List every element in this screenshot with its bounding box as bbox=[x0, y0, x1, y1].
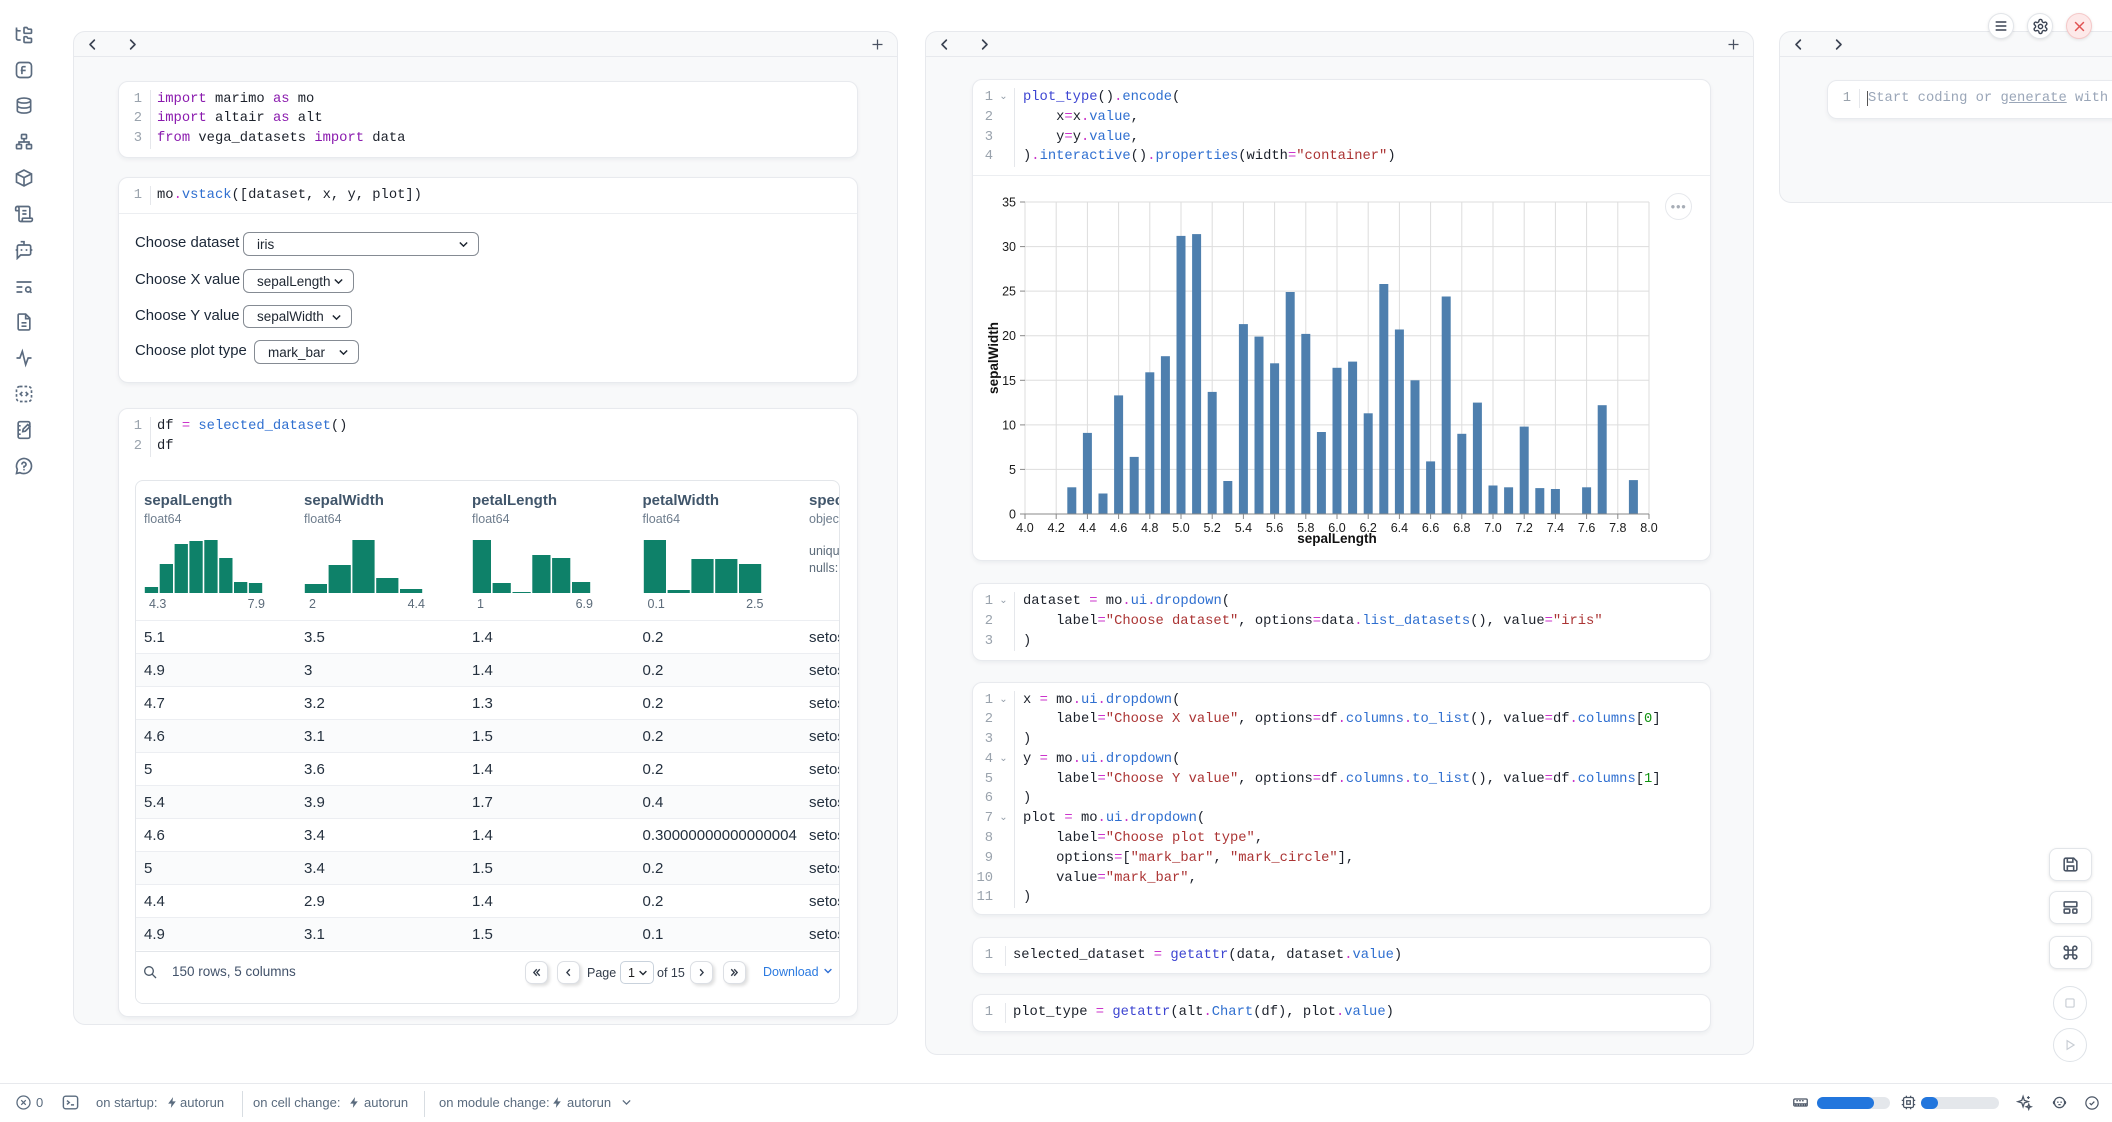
svg-text:4.0: 4.0 bbox=[1016, 521, 1033, 535]
svg-text:8.0: 8.0 bbox=[1640, 521, 1657, 535]
svg-text:6.8: 6.8 bbox=[1453, 521, 1470, 535]
svg-text:25: 25 bbox=[1002, 285, 1016, 299]
svg-text:30: 30 bbox=[1002, 240, 1016, 254]
svg-text:7.0: 7.0 bbox=[1484, 521, 1501, 535]
svg-text:sepalWidth: sepalWidth bbox=[986, 322, 1001, 394]
svg-text:15: 15 bbox=[1002, 374, 1016, 388]
svg-text:7.4: 7.4 bbox=[1547, 521, 1564, 535]
svg-text:5.6: 5.6 bbox=[1266, 521, 1283, 535]
svg-text:6.4: 6.4 bbox=[1391, 521, 1408, 535]
svg-text:7.8: 7.8 bbox=[1609, 521, 1626, 535]
svg-text:4.4: 4.4 bbox=[1079, 521, 1096, 535]
svg-text:35: 35 bbox=[1002, 196, 1016, 210]
svg-text:sepalLength: sepalLength bbox=[1297, 531, 1377, 546]
svg-text:7.6: 7.6 bbox=[1578, 521, 1595, 535]
svg-text:4.2: 4.2 bbox=[1048, 521, 1065, 535]
svg-text:5.2: 5.2 bbox=[1204, 521, 1221, 535]
svg-text:4.8: 4.8 bbox=[1141, 521, 1158, 535]
svg-text:0: 0 bbox=[1009, 508, 1016, 522]
svg-text:20: 20 bbox=[1002, 329, 1016, 343]
svg-text:5.4: 5.4 bbox=[1235, 521, 1252, 535]
svg-text:5.0: 5.0 bbox=[1172, 521, 1189, 535]
svg-text:7.2: 7.2 bbox=[1516, 521, 1533, 535]
svg-text:10: 10 bbox=[1002, 419, 1016, 433]
svg-text:6.6: 6.6 bbox=[1422, 521, 1439, 535]
svg-text:4.6: 4.6 bbox=[1110, 521, 1127, 535]
svg-text:5: 5 bbox=[1009, 463, 1016, 477]
